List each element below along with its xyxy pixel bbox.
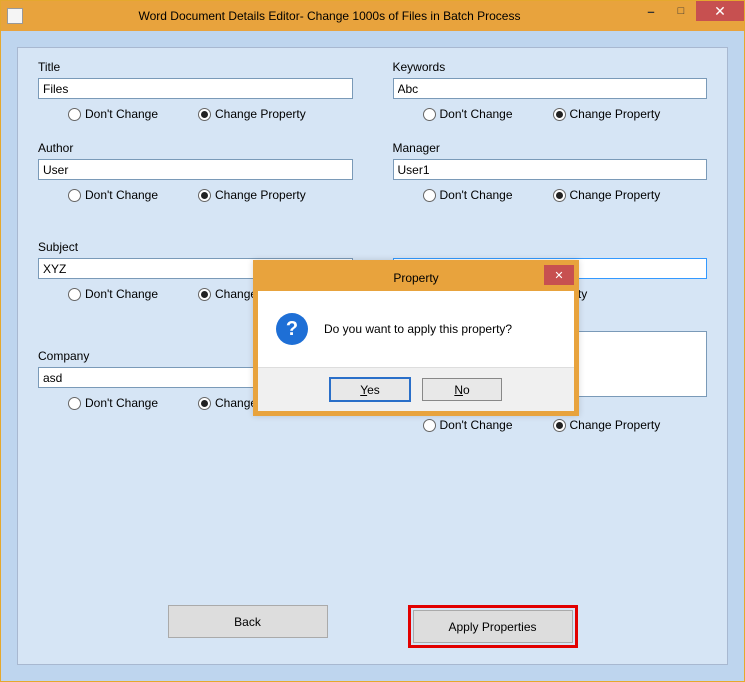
label-keywords: Keywords — [393, 60, 708, 74]
radio-subject-dont-change[interactable]: Don't Change — [68, 287, 158, 301]
radio-icon — [68, 189, 81, 202]
radio-icon — [198, 397, 211, 410]
radio-comments-change[interactable]: Change Property — [553, 418, 661, 432]
radio-keywords-change[interactable]: Change Property — [553, 107, 661, 121]
input-author[interactable] — [38, 159, 353, 180]
maximize-button[interactable]: □ — [666, 1, 696, 21]
button-label: Back — [234, 615, 261, 629]
dialog-close-button[interactable]: ✕ — [544, 265, 574, 285]
radio-icon — [68, 108, 81, 121]
no-button[interactable]: No — [422, 378, 502, 401]
radio-icon — [68, 288, 81, 301]
radio-label: Don't Change — [85, 287, 158, 301]
field-author: Author Don't Change Change Property — [38, 141, 353, 202]
back-button[interactable]: Back — [168, 605, 328, 638]
close-button[interactable]: ✕ — [696, 1, 744, 21]
label-author: Author — [38, 141, 353, 155]
dialog-footer: Yes No — [258, 367, 574, 411]
apply-properties-button[interactable]: Apply Properties — [413, 610, 573, 643]
property-dialog: Property ✕ ? Do you want to apply this p… — [253, 260, 579, 416]
radio-label: Don't Change — [85, 107, 158, 121]
radio-label: Change Property — [570, 107, 661, 121]
radio-title-change[interactable]: Change Property — [198, 107, 306, 121]
radio-icon — [68, 397, 81, 410]
dialog-title: Property — [393, 271, 438, 285]
input-title[interactable] — [38, 78, 353, 99]
bottom-buttons: Back Apply Properties — [18, 605, 727, 648]
radio-author-change[interactable]: Change Property — [198, 188, 306, 202]
label-title: Title — [38, 60, 353, 74]
radio-icon — [198, 288, 211, 301]
radio-icon — [423, 419, 436, 432]
apply-highlight: Apply Properties — [408, 605, 578, 648]
button-label: Apply Properties — [448, 620, 536, 634]
radio-title-dont-change[interactable]: Don't Change — [68, 107, 158, 121]
minimize-button[interactable]: – — [636, 1, 666, 21]
no-mnemonic: N — [454, 383, 463, 397]
radio-label: Don't Change — [440, 418, 513, 432]
radio-icon — [423, 108, 436, 121]
title-bar: Word Document Details Editor- Change 100… — [1, 1, 744, 31]
window-buttons: – □ ✕ — [636, 1, 744, 31]
radio-icon — [198, 108, 211, 121]
label-manager: Manager — [393, 141, 708, 155]
radio-manager-dont-change[interactable]: Don't Change — [423, 188, 513, 202]
no-rest: o — [463, 383, 470, 397]
dialog-message: Do you want to apply this property? — [324, 322, 512, 336]
radio-label: Change Property — [570, 188, 661, 202]
radio-label: Change Property — [215, 107, 306, 121]
radio-label: Don't Change — [440, 188, 513, 202]
dialog-titlebar: Property ✕ — [258, 265, 574, 291]
radio-icon — [553, 108, 566, 121]
radio-company-dont-change[interactable]: Don't Change — [68, 396, 158, 410]
radio-icon — [553, 419, 566, 432]
radio-author-dont-change[interactable]: Don't Change — [68, 188, 158, 202]
field-keywords: Keywords Don't Change Change Property — [393, 60, 708, 121]
input-manager[interactable] — [393, 159, 708, 180]
radio-label: Change Property — [215, 188, 306, 202]
radio-label: Don't Change — [85, 188, 158, 202]
radio-icon — [423, 189, 436, 202]
dialog-body: ? Do you want to apply this property? — [258, 291, 574, 367]
radio-icon — [198, 189, 211, 202]
radio-label: Change Property — [570, 418, 661, 432]
radio-label: Don't Change — [440, 107, 513, 121]
yes-rest: es — [367, 383, 380, 397]
field-manager: Manager Don't Change Change Property — [393, 141, 708, 202]
radio-label: Don't Change — [85, 396, 158, 410]
radio-icon — [553, 189, 566, 202]
label-subject: Subject — [38, 240, 353, 254]
radio-manager-change[interactable]: Change Property — [553, 188, 661, 202]
input-keywords[interactable] — [393, 78, 708, 99]
yes-button[interactable]: Yes — [330, 378, 410, 401]
field-title: Title Don't Change Change Property — [38, 60, 353, 121]
radio-comments-dont-change[interactable]: Don't Change — [423, 418, 513, 432]
app-icon — [7, 8, 23, 24]
radio-keywords-dont-change[interactable]: Don't Change — [423, 107, 513, 121]
window-title: Word Document Details Editor- Change 100… — [23, 9, 636, 23]
question-icon: ? — [276, 313, 308, 345]
